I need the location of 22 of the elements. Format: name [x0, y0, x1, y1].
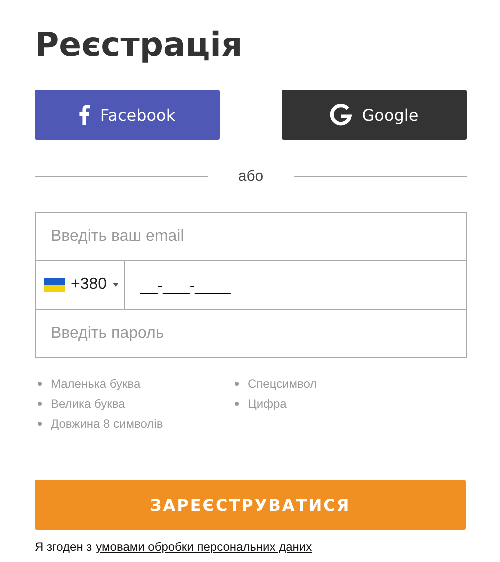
- bullet-icon: [38, 382, 42, 386]
- bullet-icon: [38, 422, 42, 426]
- bullet-icon: [38, 402, 42, 406]
- flag-icon: [44, 278, 65, 292]
- password-field[interactable]: Введіть пароль: [35, 309, 467, 358]
- page-title: Реєстрація: [35, 24, 244, 66]
- consent-text: Я згоден з: [35, 540, 92, 554]
- password-hint: Велика буква: [51, 397, 126, 411]
- facebook-icon: [79, 105, 90, 125]
- password-hint: Спецсимвол: [248, 377, 318, 391]
- google-icon: [330, 104, 352, 126]
- password-hint: Цифра: [248, 397, 287, 411]
- email-field[interactable]: Введіть ваш email: [35, 212, 467, 261]
- password-hint: Довжина 8 символів: [51, 417, 164, 431]
- bullet-icon: [235, 382, 239, 386]
- caret-icon: [113, 283, 120, 287]
- divider-text: або: [237, 168, 265, 184]
- password-hint: Маленька буква: [51, 377, 141, 391]
- facebook-button[interactable]: Facebook: [35, 90, 220, 140]
- bullet-icon: [235, 402, 239, 406]
- terms-link[interactable]: умовами обробки персональних даних: [96, 540, 312, 554]
- google-button[interactable]: Google: [282, 90, 467, 140]
